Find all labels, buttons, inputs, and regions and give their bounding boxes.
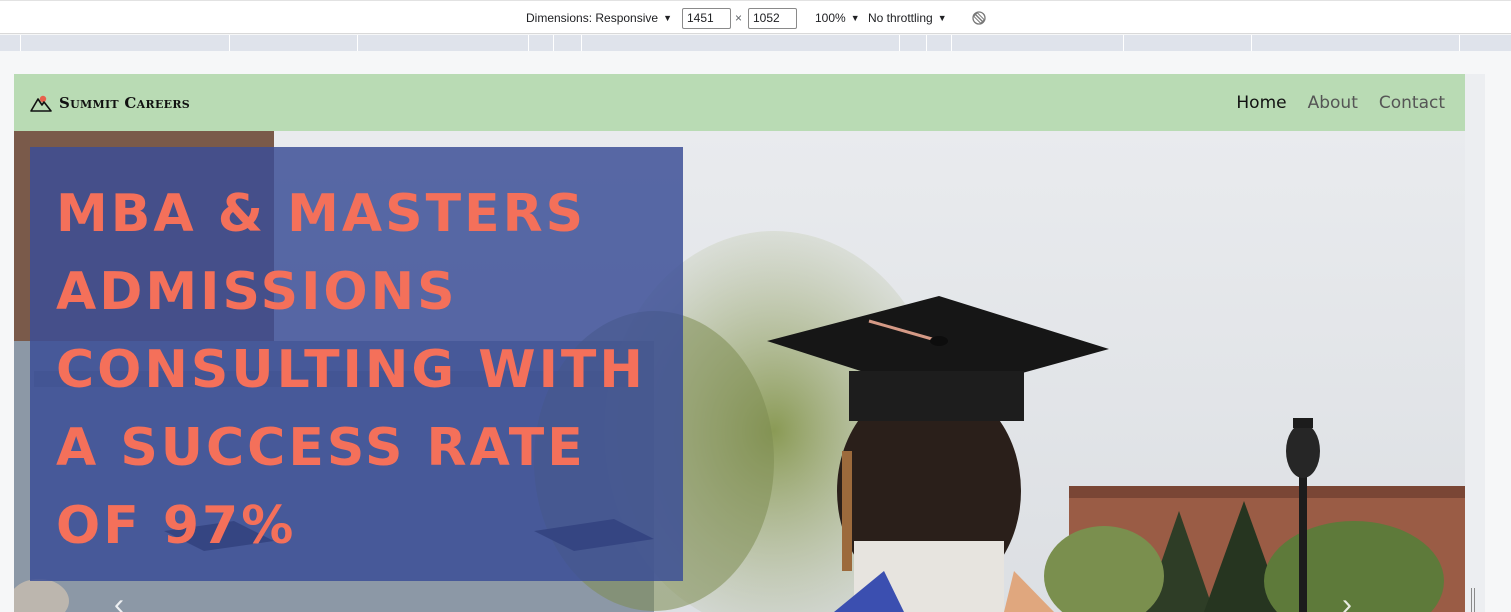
ruler-tick [528, 35, 529, 51]
chevron-down-icon: ▼ [663, 13, 672, 23]
resize-grip-line [1474, 588, 1475, 612]
ruler-tick [229, 35, 230, 51]
media-query-ruler[interactable] [0, 35, 1511, 51]
ruler-tick [1123, 35, 1124, 51]
ruler-tick [20, 35, 21, 51]
ruler-tick [357, 35, 358, 51]
nav-links: Home About Contact [1215, 74, 1445, 131]
resize-handle[interactable] [1470, 588, 1476, 612]
viewport-width-input[interactable] [682, 7, 731, 29]
ruler-tick [926, 35, 927, 51]
ruler-tick [1251, 35, 1252, 51]
nav-link-home[interactable]: Home [1236, 93, 1286, 113]
viewport-side-gutter [1465, 74, 1485, 612]
nav-link-contact[interactable]: Contact [1379, 93, 1445, 113]
ruler-tick [899, 35, 900, 51]
ruler-tick [951, 35, 952, 51]
resize-grip-line [1471, 588, 1472, 612]
ruler-tick [1459, 35, 1460, 51]
throttling-dropdown[interactable]: No throttling ▼ [868, 1, 947, 35]
devtools-device-toolbar: Dimensions: Responsive ▼ × 100% ▼ No thr… [0, 0, 1511, 34]
rotate-icon [972, 11, 986, 25]
nav-link-about[interactable]: About [1308, 93, 1358, 113]
mountain-logo-icon [30, 95, 52, 112]
hero-carousel: MBA & MASTERS ADMISSIONS CONSULTING WITH… [14, 131, 1465, 612]
brand-link[interactable]: Summit Careers [30, 74, 190, 131]
carousel-next-icon[interactable]: › [1342, 590, 1366, 612]
carousel-prev-icon[interactable]: ‹ [114, 590, 138, 612]
zoom-label: 100% [815, 11, 846, 25]
device-viewport: Summit Careers Home About Contact MBA & … [14, 74, 1465, 612]
chevron-down-icon: ▼ [937, 13, 947, 23]
ruler-tick [553, 35, 554, 51]
viewport-height-input[interactable] [748, 7, 797, 29]
ruler-tick [581, 35, 582, 51]
dimensions-label: Dimensions: Responsive [526, 11, 659, 25]
dimensions-dropdown[interactable]: Dimensions: Responsive ▼ [526, 1, 672, 35]
hero-headline: MBA & MASTERS ADMISSIONS CONSULTING WITH… [56, 184, 646, 556]
brand-name: Summit Careers [59, 93, 190, 112]
hero-text-box: MBA & MASTERS ADMISSIONS CONSULTING WITH… [30, 147, 683, 581]
chevron-down-icon: ▼ [850, 13, 860, 23]
site-navbar: Summit Careers Home About Contact [14, 74, 1465, 131]
dimension-separator: × [735, 11, 743, 25]
zoom-dropdown[interactable]: 100% ▼ [815, 1, 860, 35]
throttling-label: No throttling [868, 11, 933, 25]
rotate-button[interactable] [971, 1, 987, 35]
